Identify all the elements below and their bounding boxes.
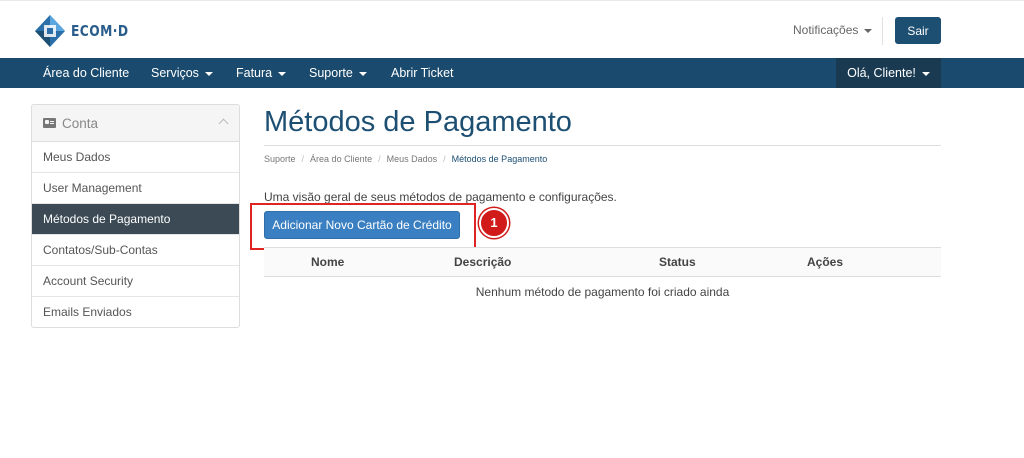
breadcrumb-current: Métodos de Pagamento [451, 154, 548, 164]
nav-item-area-do-cliente[interactable]: Área do Cliente [43, 58, 129, 88]
breadcrumb: Suporte / Área do Cliente / Meus Dados / Métod… [264, 154, 547, 164]
sidebar-item-account-security[interactable]: Account Security [32, 266, 239, 297]
nav-item-label: Suporte [309, 66, 353, 80]
step-number-badge: 1 [479, 208, 509, 238]
breadcrumb-separator: / [378, 154, 381, 164]
brand-logo[interactable]: ECOM·D [35, 14, 141, 48]
breadcrumb-item[interactable]: Meus Dados [387, 154, 438, 164]
caret-down-icon [204, 71, 213, 76]
account-sidebar: Conta Meus Dados User Management Métodos… [31, 104, 240, 328]
caret-down-icon [278, 71, 287, 76]
header-divider [882, 17, 883, 45]
brand-logo-text: ECOM·D [71, 22, 129, 40]
nav-item-abrir-ticket[interactable]: Abrir Ticket [391, 58, 454, 88]
add-credit-card-button[interactable]: Adicionar Novo Cartão de Crédito [264, 211, 460, 239]
caret-down-icon [358, 71, 367, 76]
notifications-dropdown[interactable]: Notificações [793, 23, 873, 37]
id-card-icon [43, 118, 56, 128]
logout-button[interactable]: Sair [895, 17, 941, 44]
logo-diamond-icon [35, 15, 65, 47]
column-header-status[interactable]: Status [659, 248, 696, 277]
notifications-label: Notificações [793, 23, 859, 37]
sidebar-item-metodos-de-pagamento[interactable]: Métodos de Pagamento [32, 204, 239, 235]
column-header-descricao[interactable]: Descrição [454, 248, 511, 277]
breadcrumb-separator: / [443, 154, 446, 164]
overview-text: Uma visão geral de seus métodos de pagam… [264, 190, 617, 204]
main-nav: Área do Cliente Serviços Fatura Suporte … [0, 58, 1024, 88]
column-header-nome[interactable]: Nome [311, 248, 344, 277]
table-header-row: Nome Descrição Status Ações [264, 247, 941, 277]
breadcrumb-item[interactable]: Suporte [264, 154, 296, 164]
column-header-acoes[interactable]: Ações [807, 248, 843, 277]
sidebar-title: Conta [62, 115, 99, 131]
nav-item-label: Serviços [151, 66, 199, 80]
nav-item-label: Fatura [236, 66, 273, 80]
nav-item-suporte[interactable]: Suporte [309, 58, 367, 88]
breadcrumb-item[interactable]: Área do Cliente [310, 154, 372, 164]
title-divider [264, 145, 941, 146]
page-title: Métodos de Pagamento [264, 106, 572, 138]
sidebar-item-emails-enviados[interactable]: Emails Enviados [32, 297, 239, 327]
top-header: ECOM·D Notificações Sair [0, 0, 1024, 58]
user-menu-dropdown[interactable]: Olá, Cliente! [836, 58, 941, 88]
nav-item-label: Área do Cliente [43, 66, 130, 80]
sidebar-item-user-management[interactable]: User Management [32, 173, 239, 204]
sidebar-item-contatos-sub-contas[interactable]: Contatos/Sub-Contas [32, 235, 239, 266]
sidebar-header[interactable]: Conta [32, 105, 239, 142]
caret-down-icon [864, 28, 873, 33]
table-empty-message: Nenhum método de pagamento foi criado ai… [475, 285, 730, 299]
breadcrumb-separator: / [301, 154, 305, 164]
chevron-up-icon[interactable] [218, 118, 229, 129]
sidebar-item-meus-dados[interactable]: Meus Dados [32, 142, 239, 173]
caret-down-icon [921, 71, 930, 76]
payment-methods-table: Nome Descrição Status Ações Nenhum métod… [264, 247, 941, 307]
nav-item-servicos[interactable]: Serviços [151, 58, 213, 88]
nav-item-fatura[interactable]: Fatura [236, 58, 287, 88]
nav-item-label: Abrir Ticket [391, 66, 454, 80]
user-menu-label: Olá, Cliente! [847, 66, 916, 80]
